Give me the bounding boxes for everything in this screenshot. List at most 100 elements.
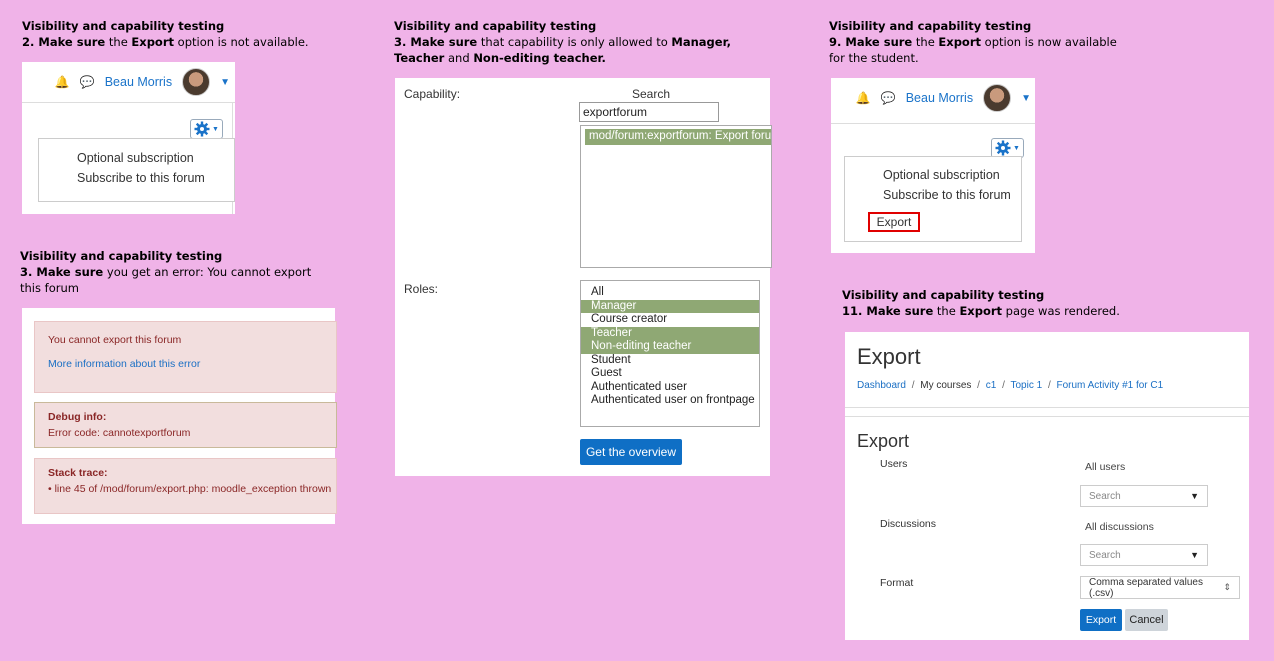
debug-info-box: Debug info: Error code: cannotexportforu… (34, 402, 337, 448)
capability-search-input[interactable]: exportforum (579, 102, 719, 122)
get-overview-button[interactable]: Get the overview (580, 439, 682, 465)
role-option[interactable]: All (581, 286, 759, 300)
stack-item-text: line 45 of /mod/forum/export.php: moodle… (54, 483, 332, 495)
chevron-down-icon[interactable]: ▼ (220, 77, 230, 88)
note-heading: Visibility and capability testing (842, 288, 1045, 302)
discussions-search-placeholder: Search (1089, 549, 1121, 561)
forum-menu-panel-export: 🔔 💬 Beau Morris ▼ ▼ Optional subscriptio… (831, 78, 1035, 253)
note-make-sure: Make sure (866, 304, 934, 318)
menu-item-optional-subscription[interactable]: Optional subscription (39, 139, 234, 168)
settings-menu-button[interactable]: ▼ (991, 138, 1024, 158)
breadcrumb: Dashboard / My courses / c1 / Topic 1 / … (857, 380, 1163, 391)
export-page-panel: Export Dashboard / My courses / c1 / Top… (845, 332, 1249, 640)
menu-item-subscribe[interactable]: Subscribe to this forum (845, 185, 1021, 205)
menu-item-optional-subscription[interactable]: Optional subscription (845, 157, 1021, 185)
breadcrumb-my-courses: My courses (920, 380, 972, 391)
capability-listbox[interactable]: mod/forum:exportforum: Export forum (580, 125, 772, 268)
users-search-placeholder: Search (1089, 490, 1121, 502)
note-heading: Visibility and capability testing (394, 19, 597, 33)
capability-panel: Capability: Search exportforum mod/forum… (395, 78, 772, 476)
chat-icon[interactable]: 💬 (80, 75, 95, 89)
note-text: page was rendered. (1002, 304, 1120, 318)
role-option[interactable]: Guest (581, 367, 759, 381)
avatar[interactable] (182, 68, 211, 96)
user-name[interactable]: Beau Morris (105, 75, 172, 89)
menu-item-export[interactable]: Export (868, 212, 920, 232)
note-bold: Teacher (394, 51, 445, 65)
discussions-label: Discussions (880, 518, 937, 530)
bell-icon[interactable]: 🔔 (55, 75, 70, 89)
chevron-updown-icon: ⇕ (1223, 582, 1231, 592)
capability-option-selected[interactable]: mod/forum:exportforum: Export forum (585, 129, 771, 145)
settings-menu-button[interactable]: ▼ (190, 119, 223, 139)
discussions-search-select[interactable]: Search ▼ (1080, 544, 1208, 566)
note-bold: Export (959, 304, 1003, 318)
capability-label: Capability: (404, 87, 461, 101)
cancel-button[interactable]: Cancel (1125, 609, 1168, 631)
bell-icon[interactable]: 🔔 (856, 91, 871, 105)
breadcrumb-separator: / (1002, 380, 1005, 391)
users-value: All users (1085, 461, 1126, 473)
debug-title: Debug info: (48, 411, 107, 423)
stack-title: Stack trace: (48, 467, 108, 479)
note-text: that capability is only allowed to (477, 35, 672, 49)
gear-icon (995, 140, 1011, 156)
divider (845, 407, 1249, 408)
roles-listbox[interactable]: All Manager Course creator Teacher Non-editi… (580, 280, 760, 427)
role-option[interactable]: Non-editing teacher (581, 340, 759, 354)
breadcrumb-separator: / (911, 380, 915, 391)
role-option[interactable]: Course creator (581, 313, 759, 327)
error-alert: You cannot export this forum More inform… (34, 321, 337, 393)
chat-icon[interactable]: 💬 (881, 91, 896, 105)
divider (845, 416, 1249, 417)
role-option[interactable]: Teacher (581, 326, 759, 340)
role-option[interactable]: Authenticated user (581, 381, 759, 395)
breadcrumb-forum[interactable]: Forum Activity #1 for C1 (1057, 380, 1164, 391)
chevron-down-icon: ▼ (1013, 144, 1020, 152)
error-panel: You cannot export this forum More inform… (22, 308, 337, 524)
export-button[interactable]: Export (1080, 609, 1122, 631)
user-name[interactable]: Beau Morris (906, 91, 973, 105)
note-prefix: 3. (20, 265, 37, 279)
chevron-down-icon[interactable]: ▼ (1021, 93, 1031, 104)
note-heading: Visibility and capability testing (20, 249, 223, 263)
note-text: the (912, 35, 939, 49)
note-prefix: 9. (829, 35, 846, 49)
role-option[interactable]: Authenticated user on frontpage (581, 394, 759, 408)
note-make-sure: Make sure (845, 35, 913, 49)
note-bold: Non-editing teacher. (473, 51, 606, 65)
note-make-sure: Make sure (410, 35, 478, 49)
roles-label: Roles: (404, 282, 439, 296)
note-text: the (105, 35, 132, 49)
users-search-select[interactable]: Search ▼ (1080, 485, 1208, 507)
note-prefix: 3. (394, 35, 411, 49)
divider (831, 123, 1035, 124)
stack-item: • line 45 of /mod/forum/export.php: mood… (48, 483, 332, 495)
format-label: Format (880, 577, 914, 589)
breadcrumb-c1[interactable]: c1 (986, 380, 997, 391)
role-option[interactable]: Manager (581, 299, 759, 313)
note-heading: Visibility and capability testing (22, 19, 225, 33)
format-value: Comma separated values (.csv) (1089, 576, 1203, 599)
breadcrumb-dashboard[interactable]: Dashboard (857, 380, 906, 391)
forum-menu-panel-student: 🔔 💬 Beau Morris ▼ ▼ Optional subscriptio… (22, 62, 235, 214)
debug-text: Error code: cannotexportforum (48, 427, 191, 439)
chevron-down-icon: ▼ (1190, 550, 1199, 560)
note-step2: Visibility and capability testing 2. Mak… (22, 18, 352, 50)
menu-item-subscribe[interactable]: Subscribe to this forum (39, 168, 234, 188)
note-step3-capability: Visibility and capability testing 3. Mak… (394, 18, 779, 66)
chevron-down-icon: ▼ (212, 125, 219, 133)
avatar[interactable] (983, 84, 1012, 112)
note-heading: Visibility and capability testing (829, 19, 1032, 33)
note-step11: Visibility and capability testing 11. Ma… (842, 287, 1172, 319)
note-prefix: 2. (22, 35, 39, 49)
note-step3-error: Visibility and capability testing 3. Mak… (20, 248, 330, 296)
role-option[interactable]: Student (581, 354, 759, 368)
user-bar: 🔔 💬 Beau Morris ▼ (831, 84, 1031, 112)
error-message: You cannot export this forum (48, 334, 182, 346)
breadcrumb-topic[interactable]: Topic 1 (1010, 380, 1042, 391)
more-info-link[interactable]: More information about this error (48, 358, 200, 370)
format-select[interactable]: Comma separated values (.csv) ⇕ (1080, 576, 1240, 599)
breadcrumb-separator: / (1047, 380, 1051, 391)
note-prefix: 11. (842, 304, 867, 318)
